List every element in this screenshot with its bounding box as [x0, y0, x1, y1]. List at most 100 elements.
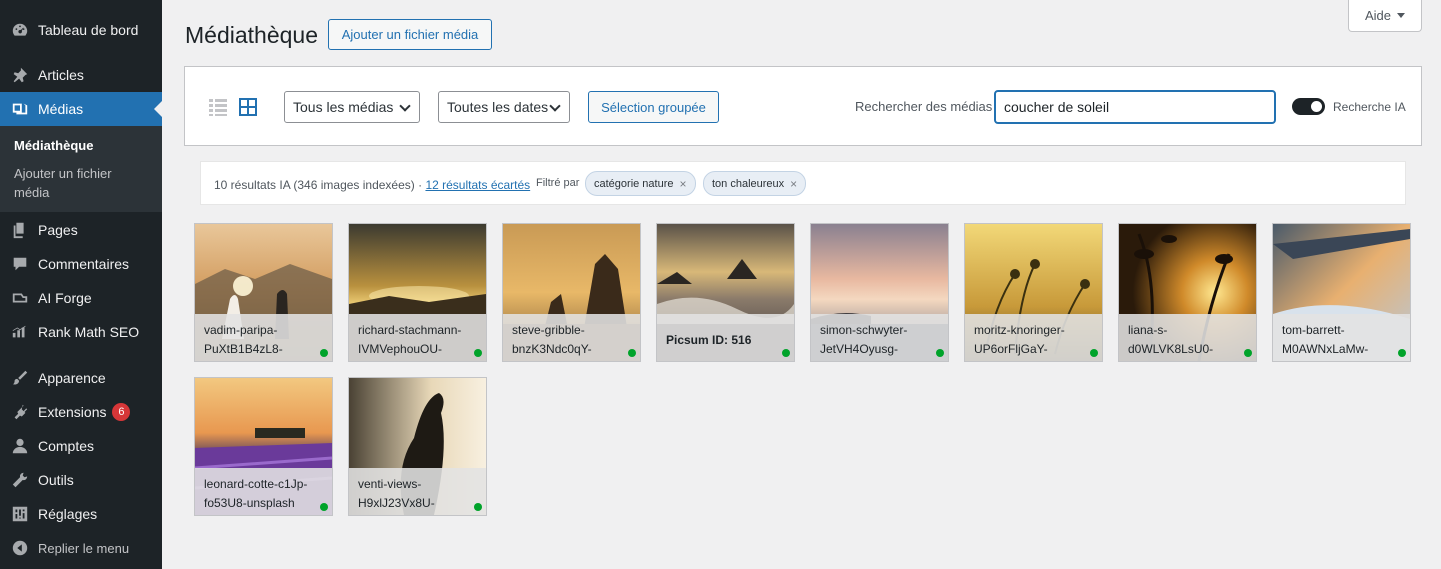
indexed-status-dot: [1398, 349, 1406, 357]
filename-caption: leonard-cotte-c1Jp-fo53U8-unsplash: [195, 468, 332, 515]
chip-label: catégorie nature: [594, 177, 674, 190]
help-tab-button[interactable]: Aide: [1348, 0, 1422, 32]
sidebar-item-rank-math[interactable]: Rank Math SEO: [0, 315, 162, 349]
filter-label: Filtré par: [536, 177, 580, 189]
toggle-knob: [1311, 101, 1322, 112]
chevron-down-icon: [549, 100, 561, 112]
filter-chip-tone: ton chaleureux ×: [703, 171, 807, 196]
indexed-status-dot: [320, 349, 328, 357]
discarded-results-link[interactable]: 12 résultats écartés: [425, 178, 530, 192]
comment-icon: [10, 254, 30, 274]
filename-caption: steve-gribble-bnzK3Ndc0qY-: [503, 314, 640, 361]
chevron-down-icon: [399, 100, 411, 112]
ai-search-toggle-label: Recherche IA: [1333, 100, 1406, 114]
sidebar-item-articles[interactable]: Articles: [0, 58, 162, 92]
sidebar-item-label: Comptes: [38, 438, 95, 454]
media-tile[interactable]: liana-s-d0WLVK8LsU0-: [1118, 223, 1257, 362]
indexed-status-dot: [1244, 349, 1252, 357]
results-count: 10 résultats IA (346 images indexées) ·: [214, 178, 426, 192]
sidebar-item-pages[interactable]: Pages: [0, 213, 162, 247]
media-submenu: Médiathèque Ajouter un fichier média: [0, 126, 162, 212]
sidebar-item-accounts[interactable]: Comptes: [0, 429, 162, 463]
indexed-status-dot: [474, 503, 482, 511]
media-tile[interactable]: richard-stachmann- IVMVephouOU-: [348, 223, 487, 362]
indexed-status-dot: [320, 503, 328, 511]
chart-icon: [10, 322, 30, 342]
help-label: Aide: [1364, 8, 1392, 23]
date-filter-select[interactable]: Toutes les dates: [438, 91, 570, 123]
filename-caption: Picsum ID: 516: [657, 314, 794, 361]
sidebar-item-medias[interactable]: Médias: [0, 92, 162, 126]
media-tile[interactable]: steve-gribble-bnzK3Ndc0qY-: [502, 223, 641, 362]
sidebar-item-label: Commentaires: [38, 256, 130, 272]
sidebar-item-ai-forge[interactable]: AI Forge: [0, 281, 162, 315]
collapse-icon: [10, 538, 30, 558]
sidebar-item-label: Pages: [38, 222, 78, 238]
wrench-icon: [10, 470, 30, 490]
indexed-status-dot: [936, 349, 944, 357]
sidebar-item-extensions[interactable]: Extensions 6: [0, 395, 162, 429]
sidebar-item-tools[interactable]: Outils: [0, 463, 162, 497]
list-view-icon[interactable]: [208, 97, 228, 117]
media-type-select[interactable]: Tous les médias: [284, 91, 420, 123]
ai-forge-icon: [10, 288, 30, 308]
close-icon[interactable]: ×: [790, 177, 797, 191]
sidebar-item-settings[interactable]: Réglages: [0, 497, 162, 531]
media-tile[interactable]: Picsum ID: 516: [656, 223, 795, 362]
media-tile[interactable]: tom-barrett- M0AWNxLaMw-: [1272, 223, 1411, 362]
indexed-status-dot: [628, 349, 636, 357]
plugin-icon: [10, 402, 30, 422]
chip-label: ton chaleureux: [712, 177, 785, 190]
sidebar-item-label: Rank Math SEO: [38, 324, 140, 340]
sidebar-item-comments[interactable]: Commentaires: [0, 247, 162, 281]
brush-icon: [10, 368, 30, 388]
filename-caption: vadim-paripa- PuXtB1B4zL8-: [195, 314, 332, 361]
collapse-menu-button[interactable]: Replier le menu: [0, 531, 162, 565]
media-type-value: Tous les médias: [293, 99, 394, 115]
pin-icon: [10, 65, 30, 85]
filename-caption: moritz-knoringer- UP6orFljGaY-: [965, 314, 1102, 361]
sidebar-item-label: AI Forge: [38, 290, 92, 306]
add-media-button[interactable]: Ajouter un fichier média: [328, 19, 492, 50]
media-tile[interactable]: simon-schwyter- JetVH4Oyusg-: [810, 223, 949, 362]
page-title: Médiathèque: [185, 22, 318, 48]
update-count-badge: 6: [112, 403, 131, 421]
filename-caption: venti-views- H9xlJ23Vx8U-: [349, 468, 486, 515]
sidebar-item-label: Tableau de bord: [38, 22, 139, 38]
close-icon[interactable]: ×: [680, 177, 687, 191]
search-input[interactable]: [994, 90, 1276, 124]
filename-caption: tom-barrett- M0AWNxLaMw-: [1273, 314, 1410, 361]
dashboard-icon: [10, 20, 30, 40]
media-tile[interactable]: moritz-knoringer- UP6orFljGaY-: [964, 223, 1103, 362]
media-tile[interactable]: leonard-cotte-c1Jp-fo53U8-unsplash: [194, 377, 333, 516]
grid-view-icon[interactable]: [238, 97, 258, 117]
sidebar-item-label: Apparence: [38, 370, 106, 386]
caret-down-icon: [1397, 13, 1406, 18]
sidebar-item-dashboard[interactable]: Tableau de bord: [0, 13, 162, 47]
sidebar-item-appearance[interactable]: Apparence: [0, 361, 162, 395]
date-filter-value: Toutes les dates: [447, 99, 549, 115]
sidebar-item-label: Médias: [38, 101, 84, 117]
collapse-menu-label: Replier le menu: [38, 540, 130, 556]
ai-results-bar: 10 résultats IA (346 images indexées) · …: [200, 161, 1406, 205]
sidebar-item-label: Réglages: [38, 506, 98, 522]
sidebar-item-label: Articles: [38, 67, 84, 83]
media-icon: [10, 99, 30, 119]
media-tile[interactable]: vadim-paripa- PuXtB1B4zL8-: [194, 223, 333, 362]
sidebar-item-label: Outils: [38, 472, 74, 488]
bulk-select-button[interactable]: Sélection groupée: [588, 91, 719, 123]
filename-caption: simon-schwyter- JetVH4Oyusg-: [811, 314, 948, 361]
settings-icon: [10, 504, 30, 524]
ai-search-toggle[interactable]: [1292, 98, 1325, 115]
admin-sidebar: Tableau de bord Articles Médias Médiathè…: [0, 0, 162, 569]
pages-icon: [10, 220, 30, 240]
sidebar-item-label: Extensions: [38, 404, 107, 420]
filename-caption: richard-stachmann- IVMVephouOU-: [349, 314, 486, 361]
search-label: Rechercher des médias: [855, 99, 993, 114]
filter-chip-category: catégorie nature ×: [585, 171, 696, 196]
submenu-item-add-media[interactable]: Ajouter un fichier média: [14, 164, 134, 202]
media-toolbar: Tous les médias Toutes les dates Sélecti…: [184, 66, 1422, 146]
media-tile[interactable]: venti-views- H9xlJ23Vx8U-: [348, 377, 487, 516]
indexed-status-dot: [474, 349, 482, 357]
submenu-item-library[interactable]: Médiathèque: [14, 136, 93, 155]
